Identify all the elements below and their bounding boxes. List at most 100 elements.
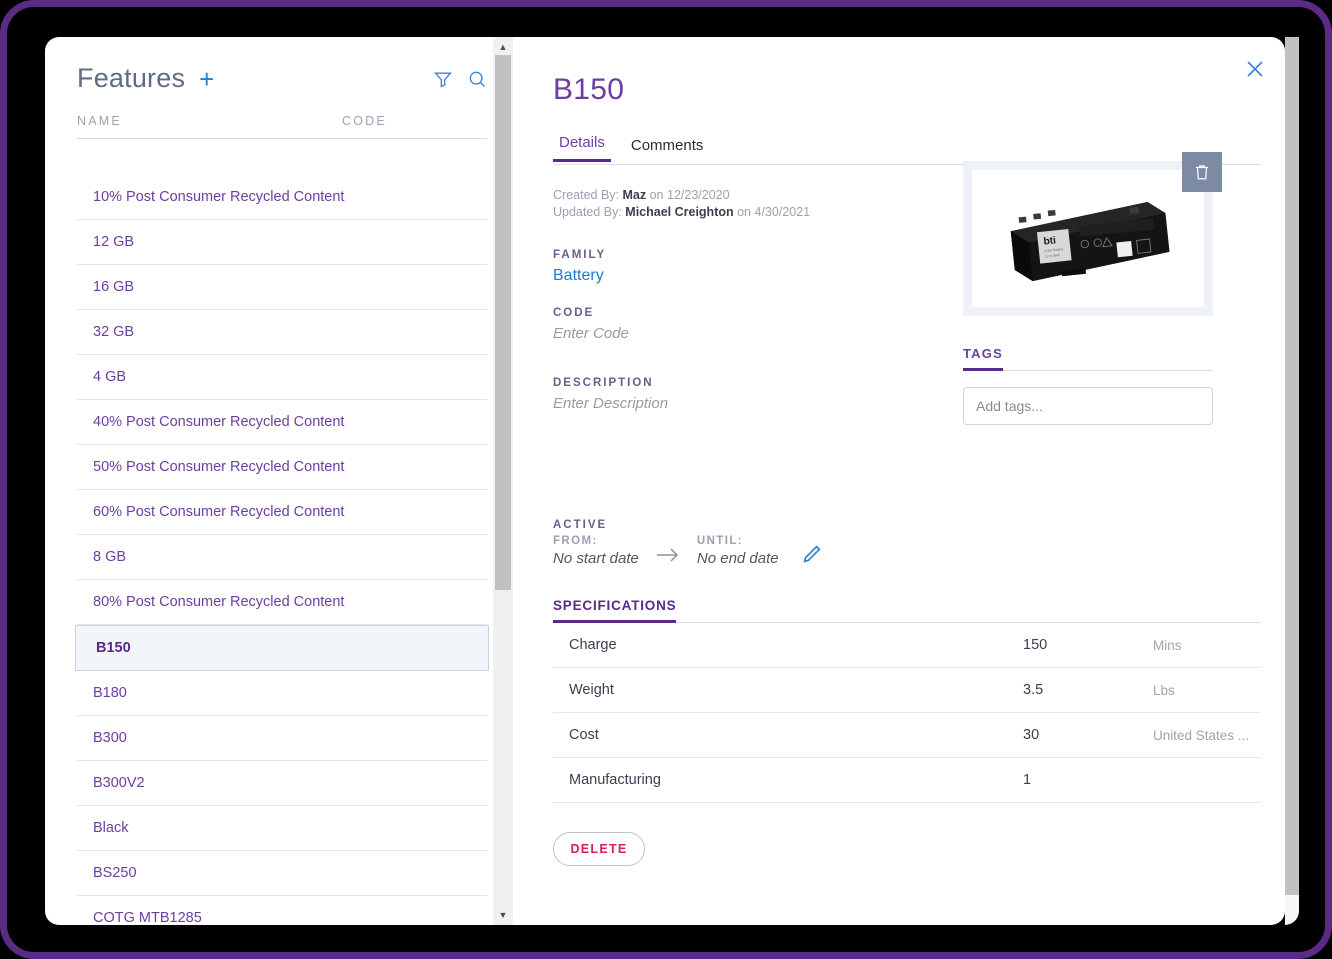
list-item-name: 40% Post Consumer Recycled Content — [93, 414, 345, 430]
list-item[interactable]: B300V2 — [77, 761, 487, 806]
app-frame: Features + NAME CODE 10% Post Consumer R… — [0, 0, 1332, 959]
active-dates-field: ACTIVE FROM: No start date UNTIL: No end… — [553, 519, 823, 567]
list-item-name: 80% Post Consumer Recycled Content — [93, 594, 345, 610]
battery-illustration: bti Li-Ion Battery 11.1V 38Wh — [1010, 201, 1170, 281]
scroll-up-arrow-icon[interactable]: ▲ — [493, 39, 513, 55]
spec-name: Manufacturing — [569, 772, 661, 788]
list-item-name: B180 — [93, 685, 127, 701]
created-by-label: Created By: — [553, 188, 620, 202]
tags-input[interactable]: Add tags... — [963, 387, 1213, 425]
list-item-name: COTG MTB1285 — [93, 910, 202, 925]
tags-section: TAGS Add tags... — [963, 345, 1213, 425]
list-item[interactable]: 12 GB — [77, 220, 487, 265]
list-item-name: BS250 — [93, 865, 137, 881]
spec-name: Charge — [569, 637, 617, 653]
tab-comments[interactable]: Comments — [625, 135, 710, 162]
list-column-headers: NAME CODE — [45, 94, 513, 138]
table-row[interactable]: Manufacturing 1 — [553, 758, 1261, 803]
updated-by-label: Updated By: — [553, 205, 622, 219]
product-image-card: bti Li-Ion Battery 11.1V 38Wh — [963, 152, 1222, 316]
list-header-divider — [77, 138, 487, 139]
list-item-name: 16 GB — [93, 279, 135, 295]
tags-label: TAGS — [963, 346, 1003, 371]
description-field: DESCRIPTION Enter Description — [553, 377, 668, 412]
list-item[interactable]: COTG MTB1285 — [77, 896, 487, 925]
table-row[interactable]: Cost 30 United States ... — [553, 713, 1261, 758]
features-list[interactable]: 10% Post Consumer Recycled Content 12 GB 1… — [45, 175, 513, 925]
list-item-name: 8 GB — [93, 549, 127, 565]
table-row[interactable]: Charge 150 Mins — [553, 623, 1261, 668]
description-input[interactable]: Enter Description — [553, 395, 668, 412]
active-dates-row: FROM: No start date UNTIL: No end date — [553, 535, 823, 567]
spec-unit: Mins — [1153, 637, 1182, 653]
add-feature-button[interactable]: + — [199, 66, 214, 92]
pencil-icon[interactable] — [801, 543, 823, 565]
list-item[interactable]: BS250 — [77, 851, 487, 896]
filter-icon[interactable] — [433, 69, 453, 89]
list-item[interactable]: 60% Post Consumer Recycled Content — [77, 490, 487, 535]
list-item[interactable]: 50% Post Consumer Recycled Content — [77, 445, 487, 490]
detail-title: B150 — [553, 73, 625, 106]
delete-image-button[interactable] — [1182, 152, 1222, 192]
list-item[interactable]: B300 — [77, 716, 487, 761]
list-item[interactable]: 4 GB — [77, 355, 487, 400]
list-item-name: Black — [93, 820, 129, 836]
active-from: FROM: No start date — [553, 535, 639, 567]
spec-unit: Lbs — [1153, 682, 1175, 698]
list-scrollbar-thumb[interactable] — [495, 55, 511, 590]
arrow-right-icon — [655, 545, 681, 565]
delete-button[interactable]: DELETE — [553, 832, 645, 866]
list-item[interactable]: 8 GB — [77, 535, 487, 580]
list-item[interactable]: B180 — [77, 671, 487, 716]
detail-scrollbar[interactable] — [1285, 37, 1299, 925]
list-item[interactable]: 16 GB — [77, 265, 487, 310]
list-item-name: 10% Post Consumer Recycled Content — [93, 189, 345, 205]
features-list-panel: Features + NAME CODE 10% Post Consumer R… — [45, 37, 513, 925]
feature-detail-panel: B150 Details Comments Created By: Maz on… — [513, 37, 1285, 925]
scroll-down-arrow-icon[interactable]: ▼ — [493, 907, 513, 923]
list-item-name: 12 GB — [93, 234, 135, 250]
spec-value: 3.5 — [1023, 682, 1044, 698]
specifications-label: SPECIFICATIONS — [553, 598, 677, 623]
list-header: Features + — [45, 37, 513, 94]
list-item[interactable]: 80% Post Consumer Recycled Content — [77, 580, 487, 625]
list-item[interactable]: Black — [77, 806, 487, 851]
detail-tabs: Details Comments — [553, 132, 709, 162]
list-item-name: 50% Post Consumer Recycled Content — [93, 459, 345, 475]
product-image: bti Li-Ion Battery 11.1V 38Wh — [972, 170, 1204, 307]
close-icon[interactable] — [1243, 57, 1267, 81]
list-item[interactable]: 10% Post Consumer Recycled Content — [77, 175, 487, 220]
list-item-selected[interactable]: B150 — [75, 625, 489, 671]
column-header-name: NAME — [77, 114, 122, 128]
created-on-value: on 12/23/2020 — [649, 188, 730, 202]
list-item[interactable]: 40% Post Consumer Recycled Content — [77, 400, 487, 445]
created-by-line: Created By: Maz on 12/23/2020 — [553, 187, 810, 204]
list-item-name: 32 GB — [93, 324, 135, 340]
spec-name: Weight — [569, 682, 614, 698]
list-item[interactable]: 32 GB — [77, 310, 487, 355]
active-label: ACTIVE — [553, 519, 608, 531]
code-input[interactable]: Enter Code — [553, 325, 629, 342]
list-header-icons — [433, 69, 487, 89]
updated-by-line: Updated By: Michael Creighton on 4/30/20… — [553, 204, 810, 221]
active-from-label: FROM: — [553, 535, 598, 547]
specifications-section: SPECIFICATIONS Charge 150 Mins Weight 3.5 Lbs… — [553, 597, 1261, 803]
list-scrollbar[interactable]: ▲ ▼ — [493, 37, 513, 925]
updated-by-value: Michael Creighton — [625, 205, 734, 219]
detail-scrollbar-thumb[interactable] — [1285, 37, 1299, 895]
tab-details[interactable]: Details — [553, 132, 611, 162]
table-row[interactable]: Weight 3.5 Lbs — [553, 668, 1261, 713]
list-item-name: 60% Post Consumer Recycled Content — [93, 504, 345, 520]
family-value-link[interactable]: Battery — [553, 267, 606, 285]
list-item-name: B300 — [93, 730, 127, 746]
family-label: FAMILY — [553, 249, 607, 261]
trash-icon — [1196, 165, 1208, 180]
spec-value: 1 — [1023, 772, 1032, 788]
code-field: CODE Enter Code — [553, 307, 629, 342]
record-metadata: Created By: Maz on 12/23/2020 Updated By… — [553, 187, 810, 221]
search-icon[interactable] — [467, 69, 487, 89]
family-field: FAMILY Battery — [553, 249, 606, 285]
column-header-code: CODE — [342, 114, 387, 128]
active-until-value[interactable]: No end date — [697, 550, 779, 567]
active-from-value[interactable]: No start date — [553, 550, 639, 567]
